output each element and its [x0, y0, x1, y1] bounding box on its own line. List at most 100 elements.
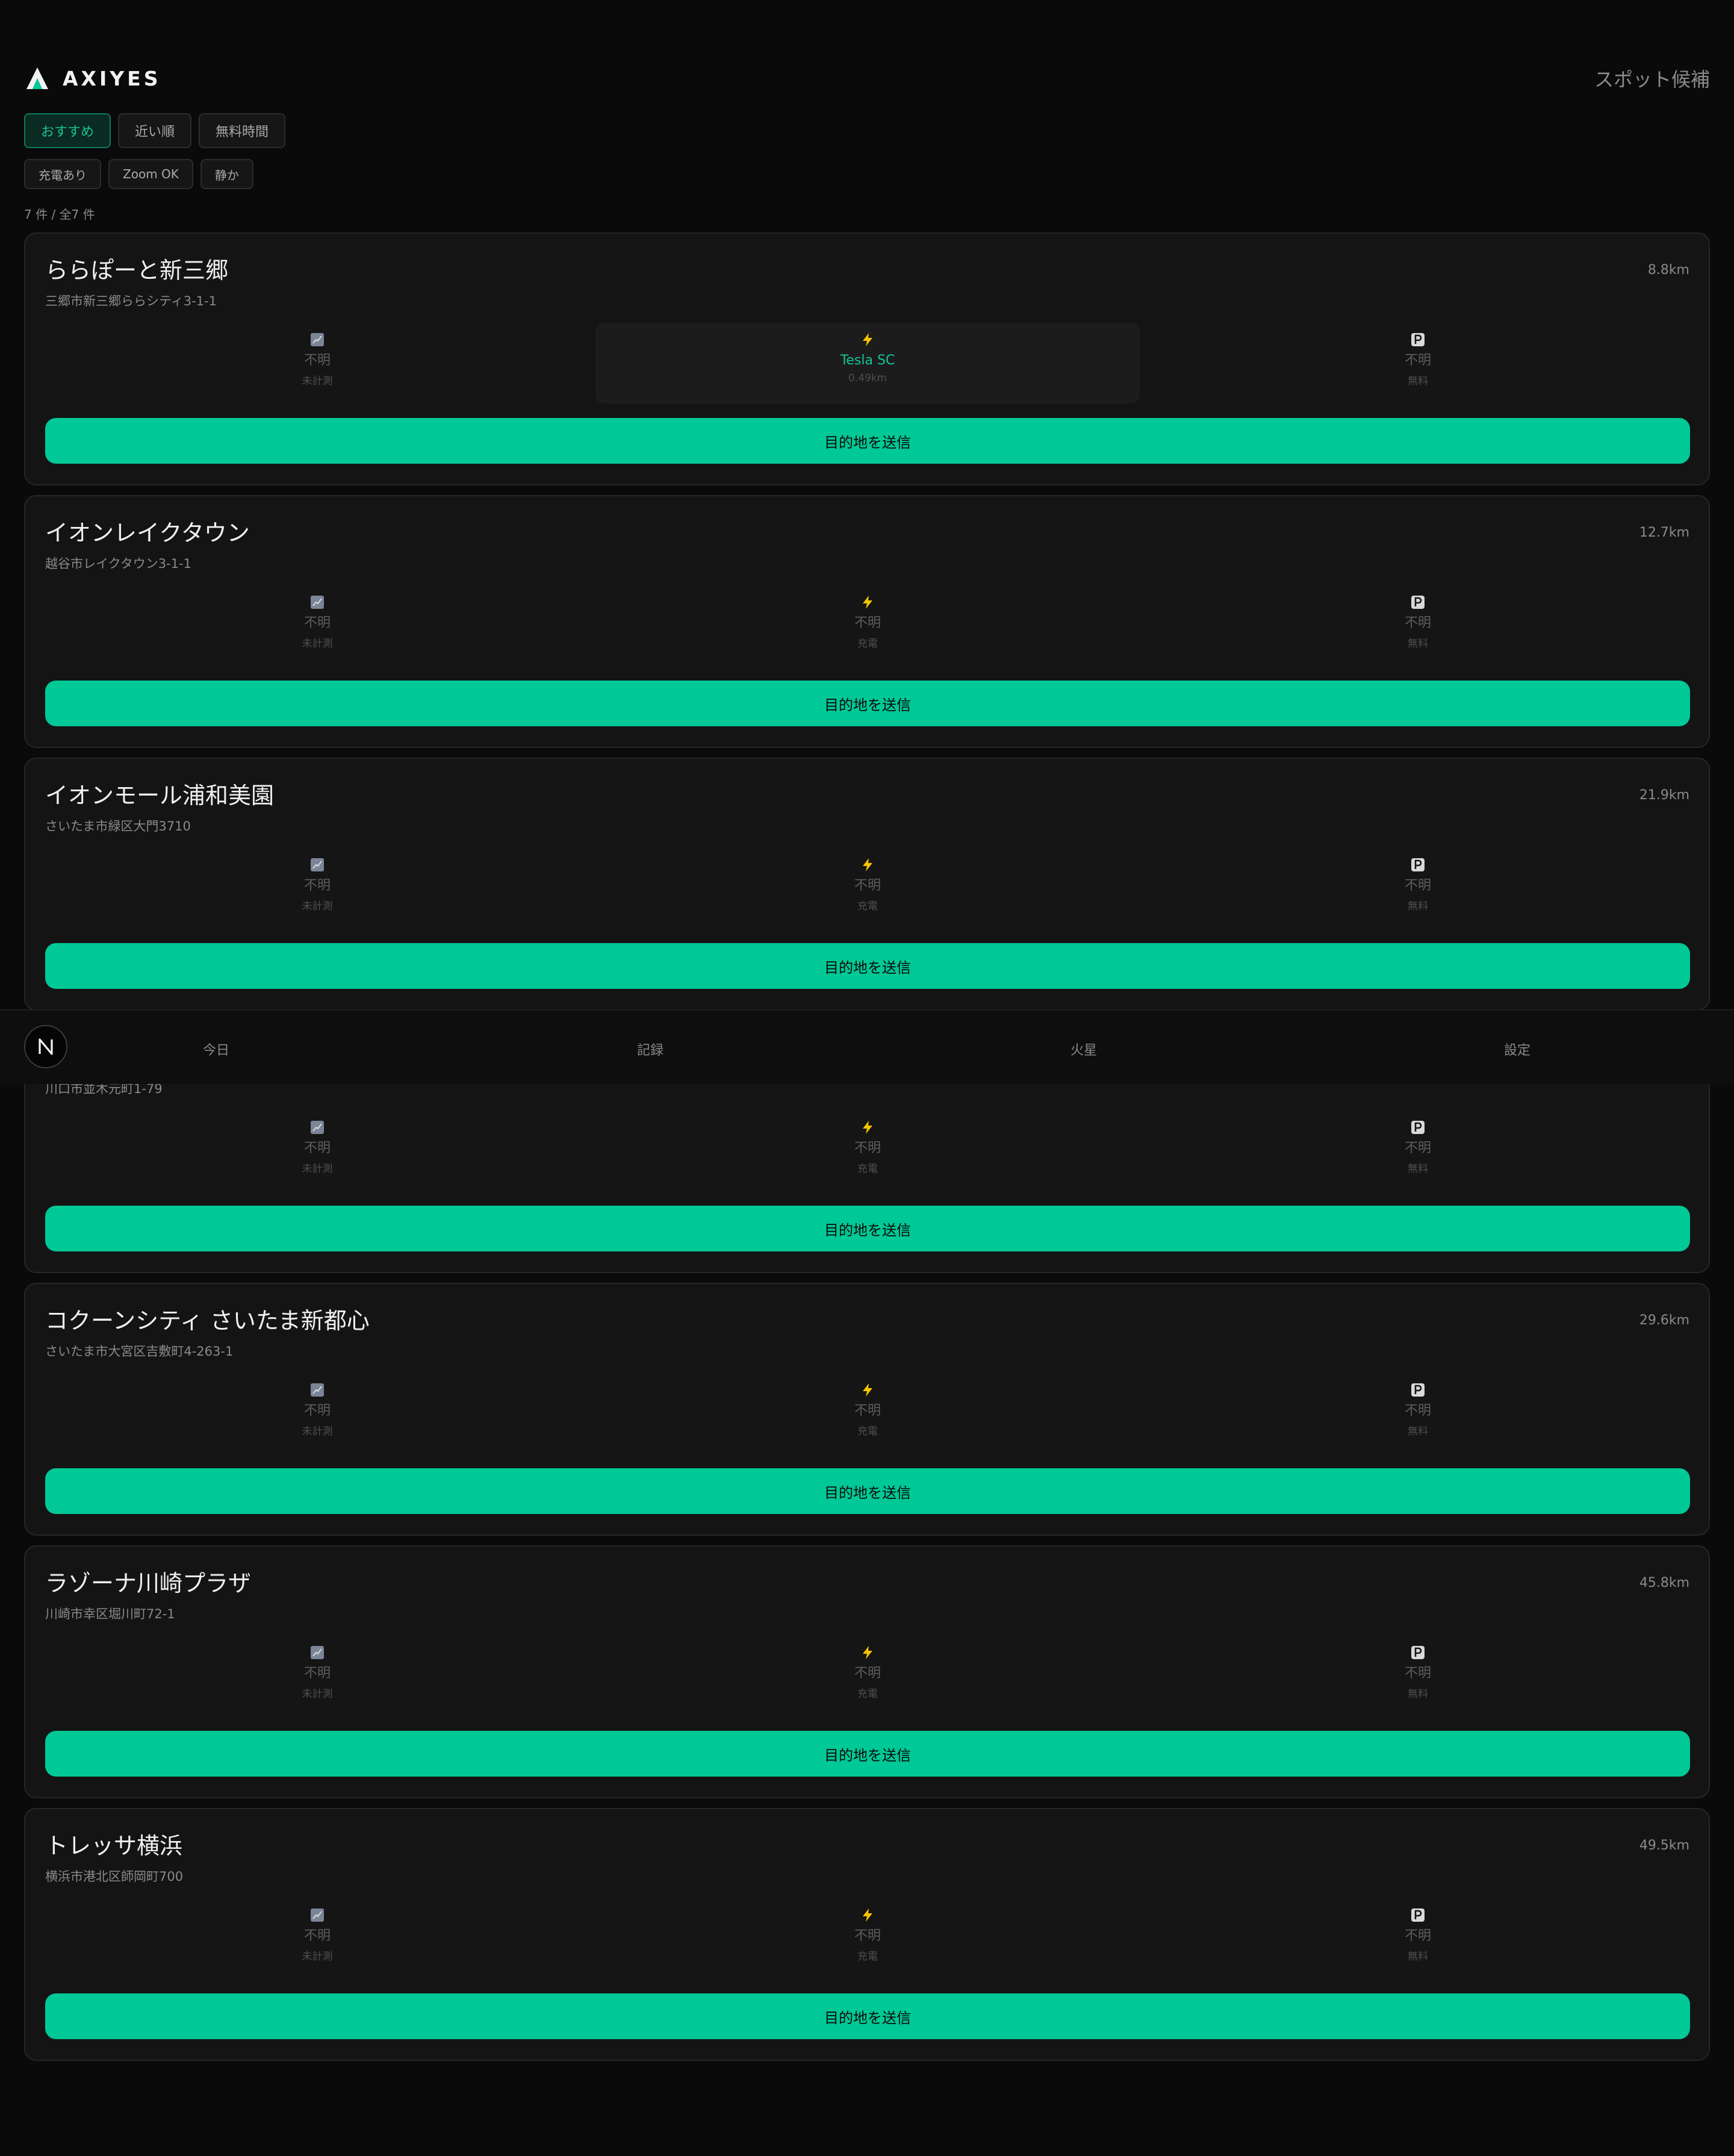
- send-destination-button[interactable]: 目的地を送信: [45, 943, 1690, 989]
- chip-filter-quiet[interactable]: 静か: [200, 159, 253, 189]
- stat-sub: 0.49km: [848, 372, 887, 384]
- send-destination-button[interactable]: 目的地を送信: [45, 1731, 1690, 1777]
- spot-stats: 不明 未計測 Tesla SC 0.49km 不明 無料: [45, 323, 1690, 403]
- spot-distance: 49.5km: [1639, 1838, 1689, 1853]
- stat-value: 不明: [303, 878, 331, 893]
- spot-address: 横浜市港北区師岡町700: [45, 1869, 184, 1884]
- send-destination-button[interactable]: 目的地を送信: [45, 681, 1690, 726]
- nav-item-records[interactable]: 記録: [637, 1039, 663, 1059]
- stat-value: 不明: [1404, 1403, 1431, 1418]
- spot-stat-charging: 不明 充電: [595, 1373, 1140, 1454]
- signal-icon: [310, 1645, 325, 1660]
- stat-value: 不明: [1404, 1928, 1431, 1943]
- stat-value: 不明: [303, 353, 331, 368]
- send-destination-button[interactable]: 目的地を送信: [45, 1206, 1690, 1251]
- spot-stat-charging: 不明 充電: [595, 1636, 1140, 1716]
- send-destination-button[interactable]: 目的地を送信: [45, 1993, 1690, 2039]
- spot-address: さいたま市緑区大門3710: [45, 819, 191, 833]
- nav-item-today[interactable]: 今日: [203, 1039, 229, 1059]
- stat-sub: 充電: [857, 1425, 878, 1438]
- parking-icon: [1411, 858, 1425, 872]
- chip-sort-nearest[interactable]: 近い順: [118, 113, 192, 148]
- chip-filter-charging[interactable]: 充電あり: [24, 159, 101, 189]
- stat-sub: 未計測: [302, 900, 333, 912]
- brand[interactable]: AXIYES: [24, 65, 161, 92]
- stat-sub: 無料: [1408, 1425, 1428, 1438]
- nav-item-mars[interactable]: 火星: [1071, 1039, 1097, 1059]
- spot-card[interactable]: イオンレイクタウン 12.7km 越谷市レイクタウン3-1-1 不明 未計測 不…: [24, 495, 1710, 748]
- bottom-nav: 今日 記録 火星 設定: [0, 1009, 1734, 1084]
- spot-distance: 29.6km: [1639, 1313, 1689, 1328]
- spot-stat-signal: 不明 未計測: [45, 1373, 589, 1454]
- spot-stat-parking: 不明 無料: [1146, 1898, 1690, 1979]
- stat-value: 不明: [1404, 615, 1431, 631]
- stat-value: 不明: [1404, 878, 1431, 893]
- nav-item-settings[interactable]: 設定: [1504, 1039, 1530, 1059]
- parking-icon: [1411, 595, 1425, 609]
- spot-address: 三郷市新三郷ららシティ3-1-1: [45, 294, 217, 308]
- spot-stat-parking: 不明 無料: [1146, 585, 1690, 666]
- signal-icon: [310, 1120, 325, 1135]
- stat-sub: 無料: [1408, 900, 1428, 912]
- stat-value: 不明: [854, 1403, 881, 1418]
- stat-value: 不明: [1404, 1141, 1431, 1156]
- stat-value: 不明: [854, 1928, 881, 1943]
- spot-card[interactable]: ラゾーナ川崎プラザ 45.8km 川崎市幸区堀川町72-1 不明 未計測 不明 …: [24, 1545, 1710, 1798]
- signal-icon: [310, 858, 325, 872]
- spot-address: さいたま市大宮区吉敷町4-263-1: [45, 1344, 234, 1359]
- spot-stat-signal: 不明 未計測: [45, 1111, 589, 1191]
- stat-sub: 充電: [857, 1951, 878, 1963]
- stat-sub: 未計測: [302, 375, 333, 387]
- nav-logo-icon[interactable]: [24, 1025, 67, 1068]
- send-destination-button[interactable]: 目的地を送信: [45, 1468, 1690, 1514]
- stat-value: 不明: [303, 1928, 331, 1943]
- stat-sub: 未計測: [302, 1163, 333, 1175]
- stat-sub: 充電: [857, 638, 878, 650]
- spot-address: 越谷市レイクタウン3-1-1: [45, 556, 191, 571]
- spot-candidates-label: スポット候補: [1594, 68, 1710, 91]
- parking-icon: [1411, 1908, 1425, 1922]
- spot-card[interactable]: イオンモール浦和美園 21.9km さいたま市緑区大門3710 不明 未計測 不…: [24, 758, 1710, 1011]
- bolt-icon: [860, 1383, 875, 1397]
- spot-distance: 21.9km: [1639, 788, 1689, 803]
- signal-icon: [310, 1383, 325, 1397]
- signal-icon: [310, 595, 325, 609]
- spot-name: ららぽーと新三郷: [45, 257, 229, 284]
- send-destination-button[interactable]: 目的地を送信: [45, 418, 1690, 464]
- spot-stat-parking: 不明 無料: [1146, 848, 1690, 929]
- bolt-icon: [860, 1120, 875, 1135]
- spot-stats: 不明 未計測 不明 充電 不明 無料: [45, 848, 1690, 929]
- spot-card[interactable]: ららぽーと新三郷 8.8km 三郷市新三郷ららシティ3-1-1 不明 未計測 T…: [24, 232, 1710, 485]
- spot-stat-signal: 不明 未計測: [45, 585, 589, 666]
- chip-sort-recommended[interactable]: おすすめ: [24, 113, 111, 148]
- stat-value: 不明: [303, 1403, 331, 1418]
- result-count: 7 件 / 全7 件: [24, 207, 95, 222]
- stat-sub: 無料: [1408, 1688, 1428, 1700]
- spot-card[interactable]: トレッサ横浜 49.5km 横浜市港北区師岡町700 不明 未計測 不明 充電 …: [24, 1808, 1710, 2061]
- spot-distance: 45.8km: [1639, 1575, 1689, 1591]
- spot-stats: 不明 未計測 不明 充電 不明 無料: [45, 585, 1690, 666]
- bolt-icon: [860, 858, 875, 872]
- spot-stat-signal: 不明 未計測: [45, 1636, 589, 1716]
- stat-value: 不明: [854, 878, 881, 893]
- spot-stat-signal: 不明 未計測: [45, 323, 589, 403]
- spot-stat-charging: 不明 充電: [595, 1111, 1140, 1191]
- spot-stat-charging: 不明 充電: [595, 585, 1140, 666]
- brand-name: AXIYES: [63, 66, 161, 90]
- stat-sub: 無料: [1408, 1951, 1428, 1963]
- spot-stats: 不明 未計測 不明 充電 不明 無料: [45, 1636, 1690, 1716]
- spot-address: 川崎市幸区堀川町72-1: [45, 1607, 175, 1621]
- spot-stats: 不明 未計測 不明 充電 不明 無料: [45, 1111, 1690, 1191]
- stat-value: 不明: [303, 1141, 331, 1156]
- stat-sub: 未計測: [302, 1425, 333, 1438]
- parking-icon: [1411, 332, 1425, 347]
- n-logo-icon: [39, 1038, 53, 1055]
- bolt-icon: [860, 1908, 875, 1922]
- spot-name: イオンモール浦和美園: [45, 782, 275, 809]
- stat-sub: 無料: [1408, 1163, 1428, 1175]
- spot-stat-parking: 不明 無料: [1146, 1636, 1690, 1716]
- chip-filter-zoom[interactable]: Zoom OK: [108, 159, 193, 189]
- chip-sort-free-time[interactable]: 無料時間: [199, 113, 286, 148]
- stat-sub: 未計測: [302, 1688, 333, 1700]
- spot-card[interactable]: コクーンシティ さいたま新都心 29.6km さいたま市大宮区吉敷町4-263-…: [24, 1283, 1710, 1536]
